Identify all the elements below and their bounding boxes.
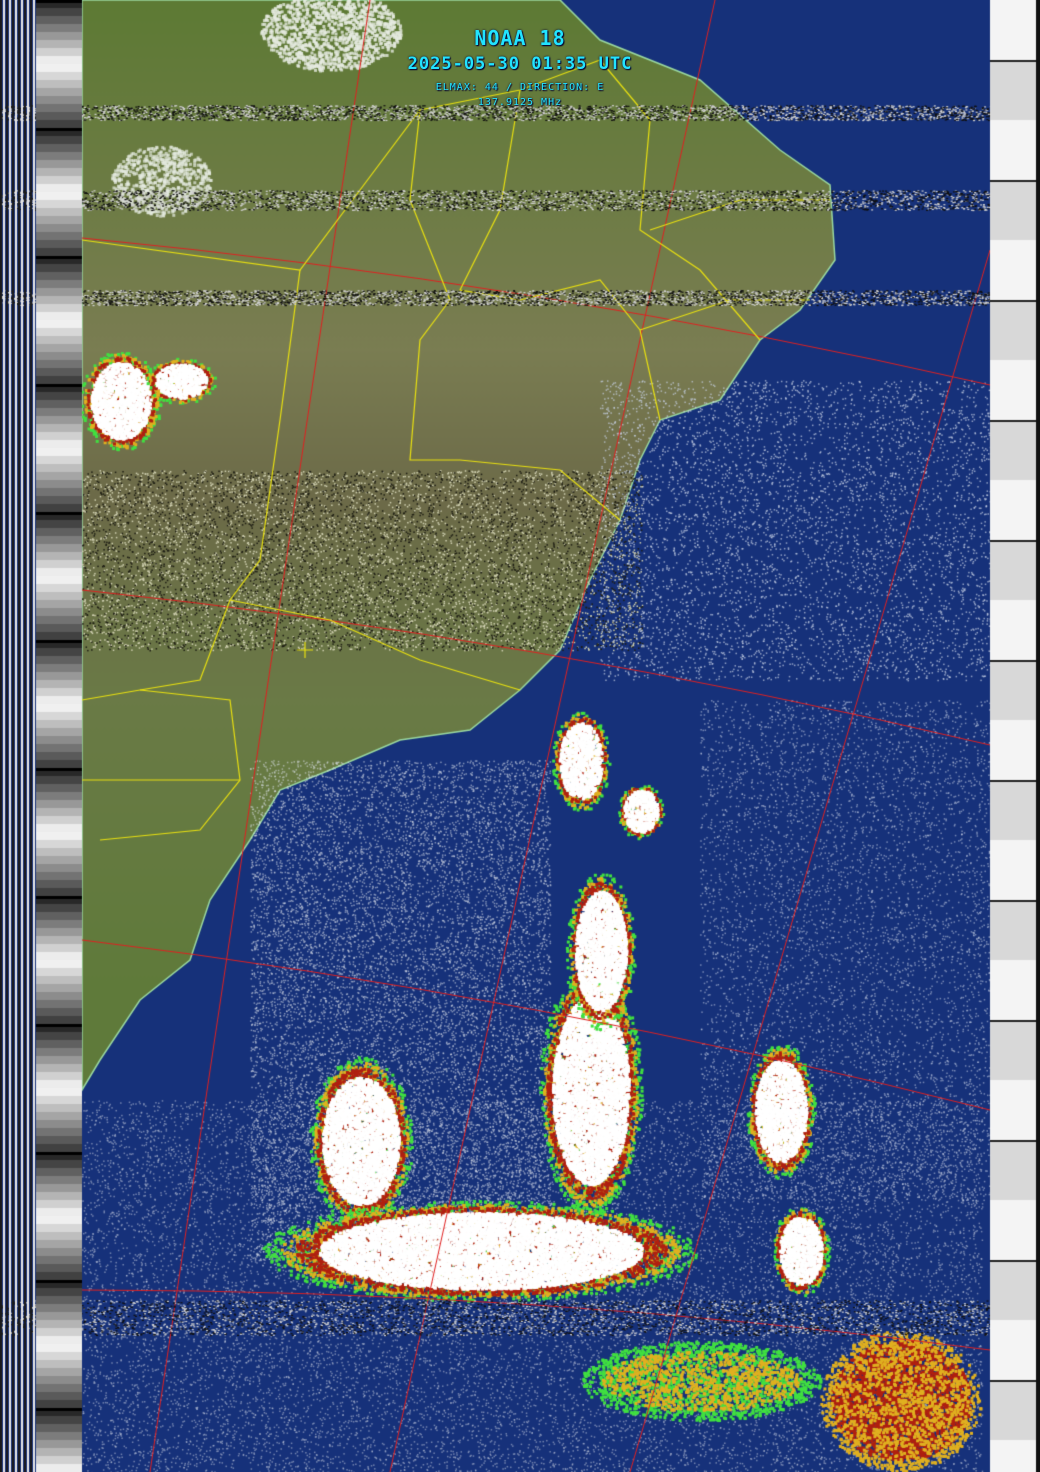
satellite-image	[0, 0, 1040, 1472]
frequency-label: 137.9125 MHz	[477, 97, 563, 108]
pass-timestamp: 2025-05-30 01:35 UTC	[407, 54, 633, 74]
satellite-name: NOAA 18	[474, 26, 566, 50]
elevation-direction: ELMAX: 44 / DIRECTION: E	[435, 82, 605, 93]
